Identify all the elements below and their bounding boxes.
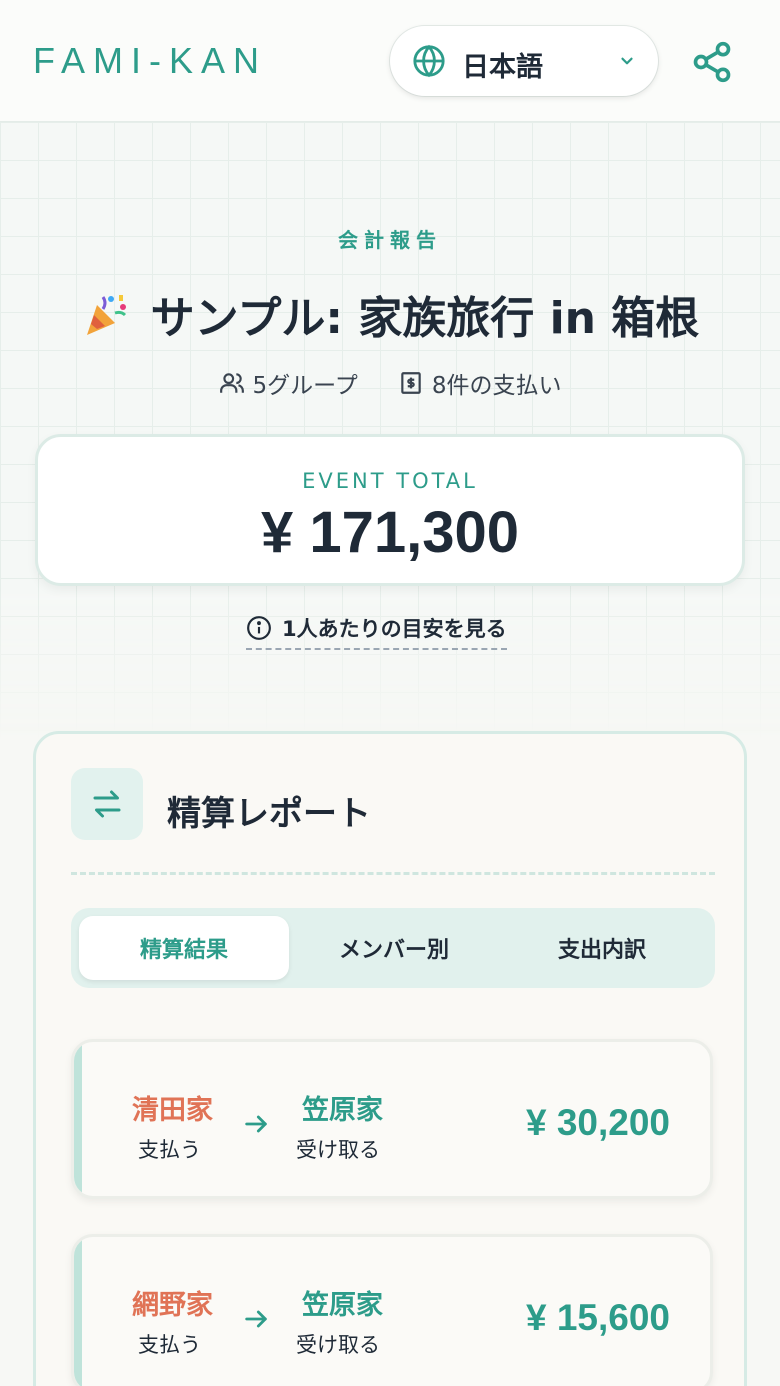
- payer-role: 支払う: [138, 1138, 201, 1162]
- transfer-amount: ¥ 30,200: [525, 1102, 670, 1143]
- report-icon-box: [71, 768, 143, 840]
- settlement-report-card: 精算レポート 精算結果 メンバー別 支出内訳 清田家 支払う 笠原家 受け取る …: [33, 731, 747, 1386]
- app-header: FAMI-KAN 日本語: [0, 0, 780, 122]
- payer-name: 清田家: [132, 1095, 213, 1126]
- payer-role: 支払う: [138, 1333, 201, 1357]
- report-tabs: 精算結果 メンバー別 支出内訳: [71, 908, 715, 988]
- tab-by-member[interactable]: メンバー別: [289, 916, 499, 980]
- app-logo[interactable]: FAMI-KAN: [33, 40, 267, 82]
- globe-icon: [413, 44, 445, 78]
- payment-count: 8件の支払い: [398, 366, 562, 400]
- payer-name: 網野家: [132, 1290, 213, 1321]
- transfer-row: 網野家 支払う 笠原家 受け取る ¥ 15,600: [71, 1234, 713, 1386]
- event-total-amount: ¥ 171,300: [260, 500, 520, 565]
- tab-settlement-result[interactable]: 精算結果: [79, 916, 289, 980]
- group-count: 5グループ: [219, 366, 358, 400]
- arrow-right-icon: [245, 1310, 267, 1328]
- users-icon: [219, 373, 244, 393]
- event-total-card: EVENT TOTAL ¥ 171,300: [35, 434, 745, 586]
- section-label: 会計報告: [338, 228, 442, 252]
- party-popper-icon: [86, 295, 126, 335]
- transfer-accent-bar: [74, 1237, 82, 1386]
- transfer-amount: ¥ 15,600: [525, 1297, 670, 1338]
- payee-role: 受け取る: [296, 1333, 380, 1357]
- per-person-link[interactable]: 1人あたりの目安を見る: [246, 614, 507, 650]
- payee-name: 笠原家: [302, 1290, 383, 1321]
- per-person-link-text: 1人あたりの目安を見る: [282, 617, 507, 641]
- event-title: サンプル: 家族旅行 in 箱根: [0, 282, 780, 346]
- report-title: 精算レポート: [167, 794, 371, 834]
- receipt-icon: [401, 372, 421, 394]
- language-label: 日本語: [462, 52, 543, 83]
- payment-count-text: 8件の支払い: [431, 373, 562, 399]
- swap-arrows-icon: [93, 790, 121, 818]
- info-icon: [247, 616, 271, 640]
- chevron-down-icon: [621, 57, 633, 65]
- tab-expense-breakdown[interactable]: 支出内訳: [497, 916, 707, 980]
- group-count-text: 5グループ: [252, 373, 358, 399]
- share-icon[interactable]: [690, 40, 734, 84]
- transfer-row: 清田家 支払う 笠原家 受け取る ¥ 30,200: [71, 1039, 713, 1199]
- event-total-label: EVENT TOTAL: [302, 469, 478, 493]
- event-meta: 5グループ 8件の支払い: [0, 366, 780, 400]
- payee-role: 受け取る: [296, 1138, 380, 1162]
- transfer-accent-bar: [74, 1042, 82, 1196]
- report-divider: [71, 872, 715, 875]
- arrow-right-icon: [245, 1115, 267, 1133]
- event-title-text: サンプル: 家族旅行 in 箱根: [150, 293, 700, 344]
- payee-name: 笠原家: [302, 1095, 383, 1126]
